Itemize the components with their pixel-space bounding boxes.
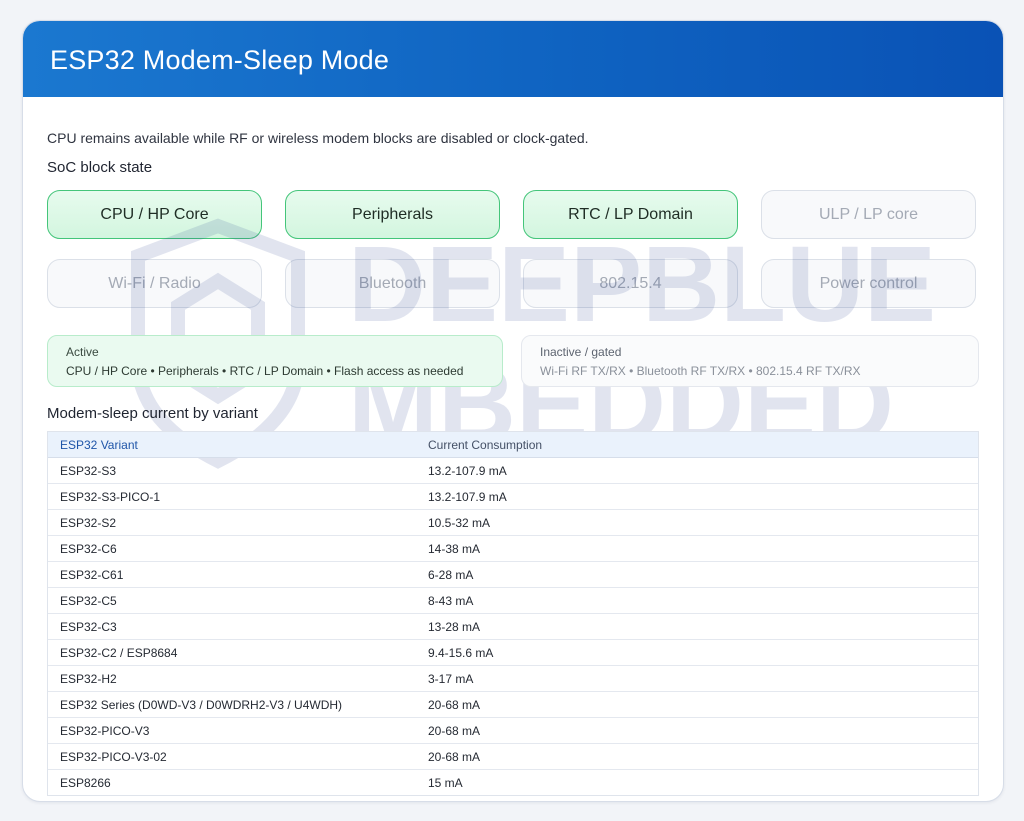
block-802-15-4: 802.15.4 — [523, 259, 738, 308]
page-title: ESP32 Modem-Sleep Mode — [50, 45, 390, 75]
variant-cell: ESP32-C6 — [48, 535, 416, 562]
current-table: ESP32 Variant Current Consumption ESP32-… — [47, 431, 979, 796]
variant-cell: ESP32-C61 — [48, 561, 416, 588]
current-cell: 10.5-32 mA — [416, 509, 978, 536]
table-row: ESP32-S2 10.5-32 mA — [48, 509, 978, 536]
table-row: ESP32-C5 8-43 mA — [48, 587, 978, 614]
current-cell: 9.4-15.6 mA — [416, 639, 978, 666]
block-state-label: SoC block state — [47, 159, 153, 176]
table-row: ESP32-C2 / ESP8684 9.4-15.6 mA — [48, 639, 978, 666]
table-row: ESP32-C61 6-28 mA — [48, 561, 978, 588]
legend-inactive-desc: Wi-Fi RF TX/RX • Bluetooth RF TX/RX • 80… — [540, 364, 861, 378]
table-row: ESP32-PICO-V3 20-68 mA — [48, 717, 978, 744]
variant-cell: ESP32-PICO-V3-02 — [48, 743, 416, 770]
current-cell: 20-68 mA — [416, 743, 978, 770]
block-power-control: Power control — [761, 259, 976, 308]
block-label: CPU / HP Core — [100, 205, 209, 223]
legend-inactive: Inactive / gated Wi-Fi RF TX/RX • Blueto… — [521, 335, 979, 387]
block-label: Bluetooth — [358, 274, 427, 292]
variant-cell: ESP8266 — [60, 775, 111, 790]
variant-cell: ESP32-PICO-V3 — [48, 717, 416, 744]
variant-cell: ESP32 Series (D0WD-V3 / D0WDRH2-V3 / U4W… — [48, 691, 416, 718]
variant-cell: ESP32-S3-PICO-1 — [48, 483, 416, 510]
variant-cell: ESP32-C3 — [48, 613, 416, 640]
current-cell: 8-43 mA — [416, 587, 978, 614]
block-label: Peripherals — [352, 205, 433, 223]
current-cell: 3-17 mA — [416, 665, 978, 692]
block-label: 802.15.4 — [599, 274, 662, 292]
legend-inactive-title: Inactive / gated — [540, 345, 622, 359]
block-label: RTC / LP Domain — [568, 205, 693, 223]
column-header-variant: ESP32 Variant — [48, 432, 416, 458]
table-header-row: ESP32 Variant Current Consumption — [48, 432, 978, 458]
table-row: ESP32-H2 3-17 mA — [48, 665, 978, 692]
current-cell: 13-28 mA — [416, 613, 978, 640]
block-peripherals: Peripherals — [285, 190, 500, 239]
current-cell: 6-28 mA — [416, 561, 978, 588]
variant-cell: ESP32-S3 — [48, 457, 416, 484]
variant-cell: ESP32-C5 — [48, 587, 416, 614]
legend-active-title: Active — [66, 345, 99, 359]
table-row: ESP32-C6 14-38 mA — [48, 535, 978, 562]
current-cell: 13.2-107.9 mA — [416, 457, 978, 484]
current-cell: 20-68 mA — [416, 691, 978, 718]
block-ulp-lp-core: ULP / LP core — [761, 190, 976, 239]
variant-cell: ESP32-H2 — [48, 665, 416, 692]
current-cell: 13.2-107.9 mA — [416, 483, 978, 510]
block-label: Power control — [819, 274, 918, 292]
block-wifi-radio: Wi-Fi / Radio — [47, 259, 262, 308]
table-row: ESP32-S3 13.2-107.9 mA — [48, 457, 978, 484]
table-row: ESP32-S3-PICO-1 13.2-107.9 mA — [48, 483, 978, 510]
block-label: Wi-Fi / Radio — [108, 274, 201, 292]
block-cpu-hp-core: CPU / HP Core — [47, 190, 262, 239]
current-cell: 14-38 mA — [416, 535, 978, 562]
modem-sleep-card: ESP32 Modem-Sleep Mode CPU remains avail… — [22, 20, 1004, 802]
table-row: ESP8266 15 mA — [48, 770, 978, 796]
current-cell: 20-68 mA — [416, 717, 978, 744]
block-bluetooth: Bluetooth — [285, 259, 500, 308]
variant-cell: ESP32-S2 — [48, 509, 416, 536]
card-header: ESP32 Modem-Sleep Mode — [23, 21, 1003, 97]
block-label: ULP / LP core — [818, 205, 919, 223]
variant-cell: ESP32-C2 / ESP8684 — [48, 639, 416, 666]
table-row: ESP32-PICO-V3-02 20-68 mA — [48, 743, 978, 770]
block-rtc-lp-domain: RTC / LP Domain — [523, 190, 738, 239]
table-row: ESP32 Series (D0WD-V3 / D0WDRH2-V3 / U4W… — [48, 691, 978, 718]
column-header-current: Current Consumption — [416, 432, 978, 458]
legend-active-desc: CPU / HP Core • Peripherals • RTC / LP D… — [66, 364, 464, 378]
legend-active: Active CPU / HP Core • Peripherals • RTC… — [47, 335, 503, 387]
subtitle: CPU remains available while RF or wirele… — [47, 130, 589, 146]
table-title: Modem-sleep current by variant — [47, 405, 258, 422]
current-cell: 15 mA — [428, 775, 463, 790]
table-row: ESP32-C3 13-28 mA — [48, 613, 978, 640]
